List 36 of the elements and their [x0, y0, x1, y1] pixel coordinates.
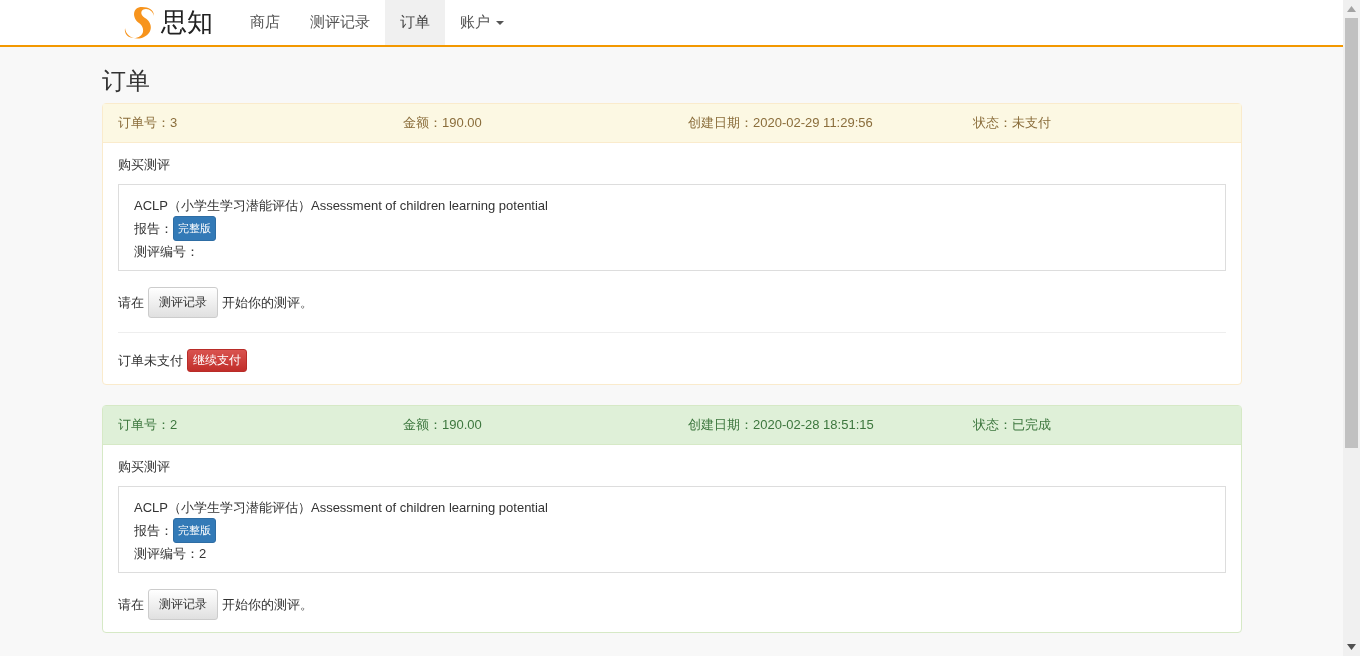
report-label: 报告： [134, 522, 173, 540]
order-status: 状态：未支付 [973, 114, 1051, 132]
records-button[interactable]: 测评记录 [148, 287, 218, 318]
payment-status: 订单未支付 [118, 351, 183, 370]
nav-tab[interactable]: 测评记录 [295, 0, 385, 45]
order-date: 创建日期：2020-02-29 11:29:56 [688, 114, 874, 132]
order-amount: 金额：190.00 [403, 416, 483, 434]
order-status: 状态：已完成 [973, 416, 1051, 434]
order-date: 创建日期：2020-02-28 18:51:15 [688, 416, 875, 434]
scroll-down-icon[interactable] [1347, 644, 1356, 650]
brand-name[interactable]: 思知 [161, 5, 213, 40]
assessment-name: ACLP（小学生学习潜能评估）Assessment of children learning potential [134, 197, 549, 215]
order-amount: 金额：190.00 [403, 114, 483, 132]
report-badge: 完整版 [173, 518, 216, 543]
assessment-name: ACLP（小学生学习潜能评估）Assessment of children learning potential [134, 499, 549, 517]
scroll-up-icon[interactable] [1347, 6, 1356, 12]
nav-tab[interactable]: 订单 [385, 0, 445, 45]
section-title: 购买测评 [118, 458, 171, 476]
hint-text: 请在 [118, 595, 144, 614]
order-number: 订单号：3 [118, 114, 179, 132]
assessment-code: 测评编号： [134, 243, 200, 261]
section-title: 购买测评 [118, 156, 171, 174]
pay-button[interactable]: 继续支付 [187, 349, 247, 372]
report-label: 报告： [134, 220, 173, 238]
assessment-code: 测评编号：2 [134, 545, 208, 563]
order-number: 订单号：2 [118, 416, 179, 434]
page-title: 订单 [102, 66, 151, 96]
records-button[interactable]: 测评记录 [148, 589, 218, 620]
report-badge: 完整版 [173, 216, 216, 241]
nav-tab[interactable]: 商店 [235, 0, 295, 45]
hint-text: 开始你的测评。 [222, 293, 313, 312]
scroll-thumb[interactable] [1345, 18, 1358, 448]
nav-tab[interactable]: 账户 [445, 0, 519, 45]
hint-text: 请在 [118, 293, 144, 312]
hint-text: 开始你的测评。 [222, 595, 313, 614]
scrollbar[interactable] [1343, 0, 1360, 656]
